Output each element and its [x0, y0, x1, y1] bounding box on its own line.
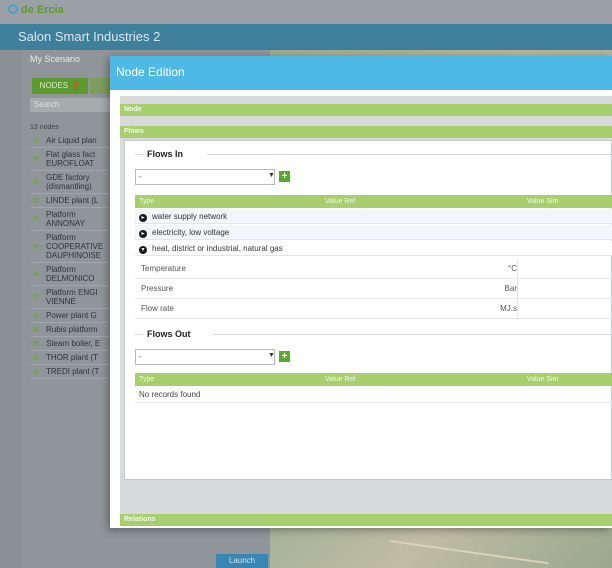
flow-in-row-heat[interactable]: ▾ heat, district or industrial, natural g… — [135, 241, 612, 256]
title-bar: Salon Smart Industries 2 — [0, 24, 612, 50]
node-icon: ⌘ — [32, 137, 39, 145]
node-icon: ⌘ — [32, 216, 39, 223]
param-row-pressure: Pressure Bar — [135, 279, 612, 299]
divider — [207, 154, 611, 155]
flow-in-row-water[interactable]: ▸ water supply network — [135, 209, 612, 224]
flows-out-table-header: Type Value Ref Value Sim — [135, 373, 612, 386]
node-label: Power plant G — [46, 311, 97, 320]
node-label: Air Liquid plan — [46, 136, 97, 145]
node-label: Platform ANNONAY — [46, 210, 85, 228]
node-icon: ⌘ — [32, 179, 39, 186]
panel-node[interactable]: Node — [120, 104, 612, 116]
expand-icon[interactable]: ▸ — [139, 230, 147, 238]
node-label: GDE factory (dismantling) — [46, 173, 92, 191]
logo-icon — [8, 4, 18, 14]
cell-divider — [517, 259, 518, 279]
node-label: Platform DELMONICO — [46, 265, 95, 283]
node-icon: ⌘ — [32, 243, 39, 251]
flows-in-select[interactable]: - — [135, 169, 275, 185]
node-icon: ⌘ — [32, 368, 39, 376]
modal-header: Node Edition — [110, 56, 612, 90]
param-name: Temperature — [141, 264, 186, 273]
collapse-icon[interactable]: ▾ — [139, 246, 147, 254]
tab-nodes[interactable]: NODES ❓ — [32, 78, 88, 94]
flows-in-table-header: Type Value Ref Value Sim — [135, 195, 612, 208]
app-logo: de Ercia — [8, 4, 64, 16]
expand-icon[interactable]: ▸ — [139, 214, 147, 222]
node-label: Platform ENGI VIENNE — [46, 288, 98, 306]
column-header: Value Sim — [527, 198, 559, 205]
node-label: LINDE plant (L — [46, 196, 99, 205]
column-header: Value Ref — [325, 376, 356, 383]
tab-secondary[interactable] — [90, 78, 110, 94]
param-row-flow-rate: Flow rate MJ.s — [135, 299, 612, 319]
panel-relations[interactable]: Relations — [120, 514, 612, 526]
column-header: Value Ref — [325, 198, 356, 205]
add-flow-out-button[interactable]: + — [279, 351, 290, 362]
column-header: Type — [139, 198, 155, 205]
modal-body: Node Flows Flows In - ▼ + Type Value Ref… — [120, 96, 612, 526]
node-count: 13 nodes — [30, 124, 59, 131]
column-header: Value Sim — [527, 376, 559, 383]
chevron-down-icon[interactable]: ▼ — [268, 172, 275, 179]
param-unit: °C — [508, 264, 517, 273]
node-label: Platform COOPERATIVE DAUPHINOISE — [46, 233, 104, 260]
node-label: THOR plant (T — [46, 353, 99, 362]
flows-panel-body: Flows In - ▼ + Type Value Ref Value Sim … — [124, 140, 612, 480]
divider — [135, 334, 143, 335]
node-icon: ⌘ — [32, 156, 39, 163]
param-unit: MJ.s — [500, 304, 517, 313]
node-icon: ⌘ — [32, 197, 39, 205]
node-label: TREDI plant (T — [46, 367, 100, 376]
node-icon: ⌘ — [32, 354, 39, 362]
flows-in-heading: Flows In — [147, 149, 183, 159]
param-unit: Bar — [504, 284, 517, 293]
param-name: Pressure — [141, 284, 174, 293]
node-label: Steam boiler, E — [46, 339, 101, 348]
scenario-label: My Scenario — [30, 54, 81, 64]
divider — [213, 334, 611, 335]
column-header: Type — [139, 376, 155, 383]
launch-button[interactable]: Launch — [216, 554, 268, 568]
cell-divider — [517, 299, 518, 319]
flows-out-heading: Flows Out — [147, 329, 191, 339]
flow-type-label: heat, district or industrial, natural ga… — [152, 244, 283, 253]
flow-type-label: water supply network — [152, 212, 228, 221]
node-edition-modal: Node Edition Node Flows Flows In - ▼ + T… — [110, 56, 612, 528]
node-icon: ⌘ — [32, 271, 39, 278]
flows-out-empty: No records found — [135, 387, 612, 403]
node-icon: ⌘ — [32, 326, 39, 334]
node-icon: ⌘ — [32, 312, 39, 320]
chevron-down-icon[interactable]: ▼ — [268, 352, 275, 359]
map-road — [389, 540, 549, 565]
node-label: Rubis platform — [46, 325, 98, 334]
top-bar: de Ercia — [0, 0, 612, 24]
param-name: Flow rate — [141, 304, 174, 313]
modal-title: Node Edition — [116, 65, 185, 79]
cell-divider — [517, 279, 518, 299]
node-label: Flat glass fact EUROFLOAT — [46, 150, 96, 168]
flow-type-label: electricity, low voltage — [152, 228, 230, 237]
node-icon: ⌘ — [32, 294, 39, 301]
app-title: Salon Smart Industries 2 — [18, 29, 161, 44]
logo-text: de Ercia — [21, 4, 64, 16]
panel-flows[interactable]: Flows — [120, 126, 612, 138]
flow-in-row-electricity[interactable]: ▸ electricity, low voltage — [135, 225, 612, 240]
param-row-temperature: Temperature °C — [135, 259, 612, 279]
add-flow-in-button[interactable]: + — [279, 171, 290, 182]
node-icon: ⌘ — [32, 340, 39, 348]
flows-out-select[interactable]: - — [135, 349, 275, 365]
divider — [135, 154, 143, 155]
